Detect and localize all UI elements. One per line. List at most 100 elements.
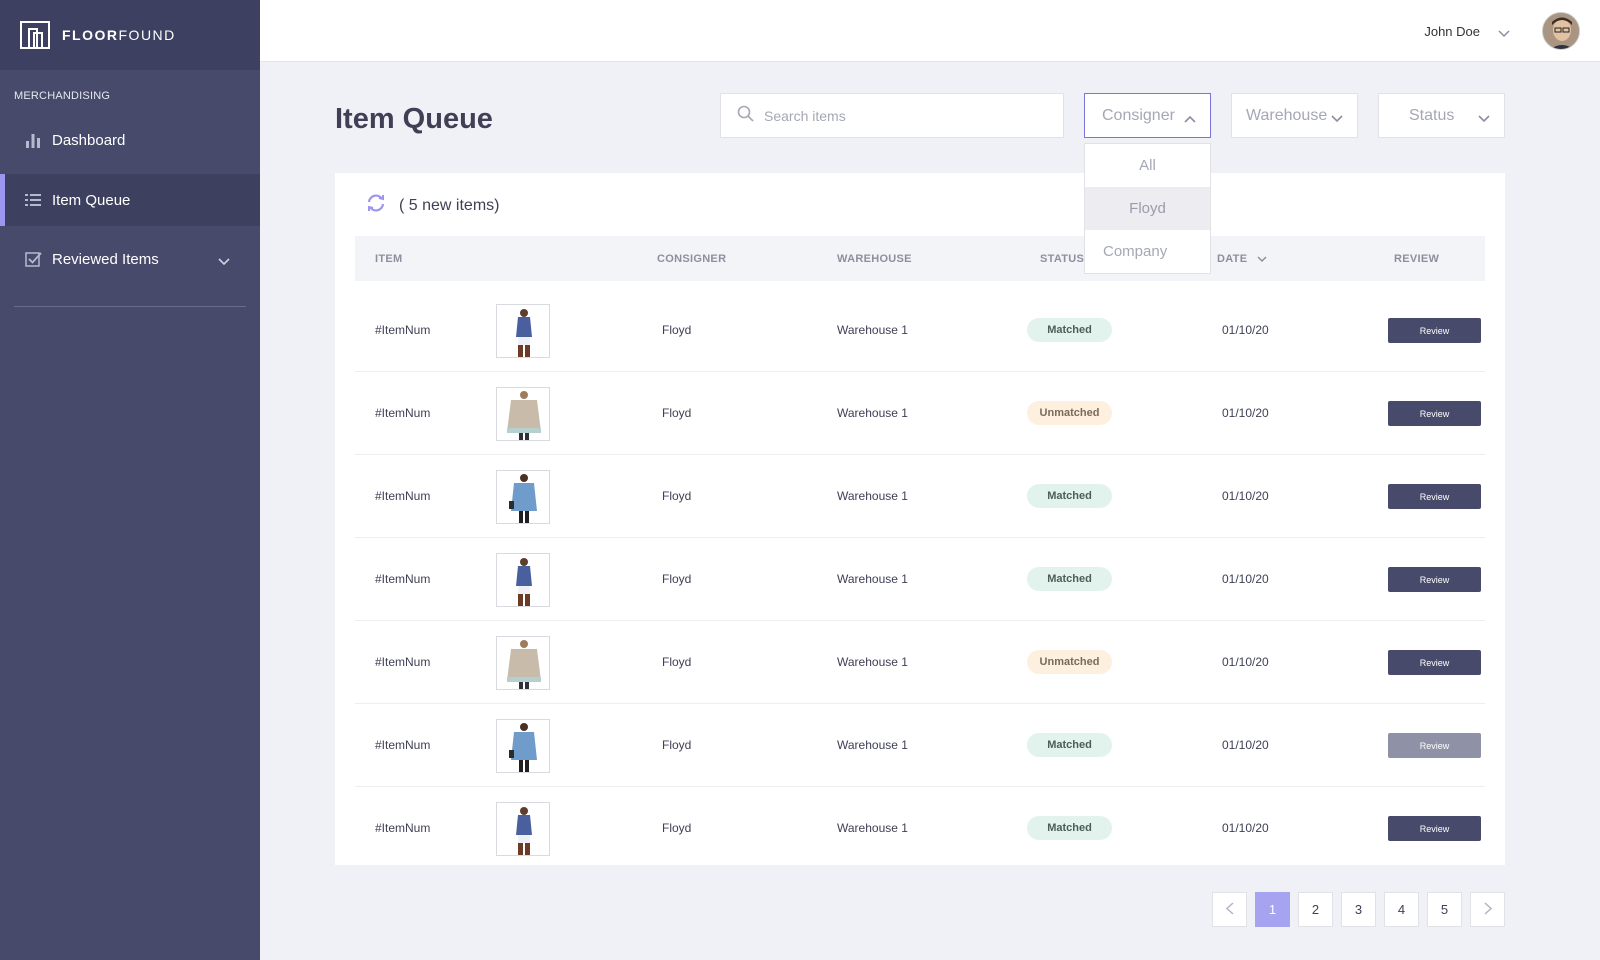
floorfound-logo-icon — [20, 21, 50, 49]
sidebar-divider — [14, 306, 246, 307]
consigner-option-all[interactable]: All — [1085, 144, 1210, 187]
new-items-count: ( 5 new items) — [399, 196, 500, 214]
warehouse-filter-label: Warehouse — [1246, 106, 1328, 124]
column-header-review: REVIEW — [1394, 253, 1440, 265]
table-row: #ItemNum Floyd Warehouse 1 Matched 01/10/20 R… — [355, 455, 1485, 538]
status-badge: Matched — [1027, 816, 1112, 840]
status-badge: Unmatched — [1027, 401, 1112, 425]
review-button[interactable]: Review — [1388, 650, 1481, 675]
column-header-warehouse[interactable]: WAREHOUSE — [837, 253, 912, 265]
item-queue-card: ( 5 new items) ITEM CONSIGNER WAREHOUSE … — [335, 173, 1505, 865]
chevron-down-icon[interactable] — [218, 253, 230, 270]
sidebar-item-reviewed-items[interactable]: Reviewed Items — [0, 233, 260, 285]
item-thumbnail[interactable] — [496, 719, 550, 773]
item-number: #ItemNum — [375, 489, 431, 503]
warehouse-cell: Warehouse 1 — [837, 406, 908, 420]
sidebar: FLOORFOUND MERCHANDISING Dashboard Item … — [0, 0, 260, 960]
page-button-5[interactable]: 5 — [1427, 892, 1462, 927]
item-thumbnail[interactable] — [496, 802, 550, 856]
table-row: #ItemNum Floyd Warehouse 1 Unmatched 01/10/2… — [355, 372, 1485, 455]
column-header-consigner[interactable]: CONSIGNER — [657, 253, 726, 265]
warehouse-cell: Warehouse 1 — [837, 572, 908, 586]
search-field[interactable] — [720, 93, 1064, 138]
search-icon — [737, 105, 754, 127]
date-cell: 01/10/20 — [1222, 738, 1269, 752]
consigner-cell: Floyd — [662, 655, 692, 669]
search-input[interactable] — [764, 107, 1044, 124]
date-cell: 01/10/20 — [1222, 821, 1269, 835]
avatar[interactable] — [1542, 12, 1580, 50]
review-button[interactable]: Review — [1388, 401, 1481, 426]
table-row: #ItemNum Floyd Warehouse 1 Unmatched 01/10/2… — [355, 621, 1485, 704]
sidebar-item-item-queue[interactable]: Item Queue — [0, 174, 260, 226]
warehouse-cell: Warehouse 1 — [837, 489, 908, 503]
page-button-4[interactable]: 4 — [1384, 892, 1419, 927]
sidebar-section-label: MERCHANDISING — [14, 90, 111, 102]
review-button[interactable]: Review — [1388, 318, 1481, 343]
consigner-cell: Floyd — [662, 323, 692, 337]
bar-chart-icon — [24, 131, 42, 149]
consigner-cell: Floyd — [662, 821, 692, 835]
item-number: #ItemNum — [375, 406, 431, 420]
status-badge: Unmatched — [1027, 650, 1112, 674]
item-number: #ItemNum — [375, 572, 431, 586]
new-items-indicator: ( 5 new items) — [365, 193, 499, 218]
item-number: #ItemNum — [375, 323, 431, 337]
consigner-option-company[interactable]: Company — [1085, 230, 1210, 273]
sidebar-item-label: Dashboard — [52, 131, 126, 149]
date-cell: 01/10/20 — [1222, 489, 1269, 503]
column-header-item: ITEM — [375, 253, 403, 265]
warehouse-filter[interactable]: Warehouse — [1231, 93, 1358, 138]
review-button[interactable]: Review — [1388, 567, 1481, 592]
warehouse-cell: Warehouse 1 — [837, 821, 908, 835]
table-row: #ItemNum Floyd Warehouse 1 Matched 01/10/20 R… — [355, 787, 1485, 870]
table-row: #ItemNum Floyd Warehouse 1 Matched 01/10/20 R… — [355, 289, 1485, 372]
warehouse-cell: Warehouse 1 — [837, 655, 908, 669]
consigner-filter[interactable]: Consigner — [1084, 93, 1211, 138]
consigner-option-floyd[interactable]: Floyd — [1085, 187, 1210, 230]
sidebar-item-label: Reviewed Items — [52, 250, 159, 268]
status-badge: Matched — [1027, 567, 1112, 591]
date-cell: 01/10/20 — [1222, 572, 1269, 586]
user-name[interactable]: John Doe — [1424, 24, 1480, 39]
item-thumbnail[interactable] — [496, 470, 550, 524]
warehouse-cell: Warehouse 1 — [837, 738, 908, 752]
page-button-2[interactable]: 2 — [1298, 892, 1333, 927]
consigner-cell: Floyd — [662, 572, 692, 586]
page-button-1[interactable]: 1 — [1255, 892, 1290, 927]
chevron-down-icon — [1331, 110, 1343, 128]
column-header-status[interactable]: STATUS — [1040, 253, 1084, 265]
item-thumbnail[interactable] — [496, 387, 550, 441]
date-cell: 01/10/20 — [1222, 323, 1269, 337]
status-filter-label: Status — [1409, 106, 1455, 124]
item-thumbnail[interactable] — [496, 304, 550, 358]
item-number: #ItemNum — [375, 821, 431, 835]
review-button[interactable]: Review — [1388, 484, 1481, 509]
consigner-cell: Floyd — [662, 738, 692, 752]
date-cell: 01/10/20 — [1222, 655, 1269, 669]
chevron-left-icon — [1225, 901, 1234, 918]
previous-page-button[interactable] — [1212, 892, 1247, 927]
refresh-icon[interactable] — [365, 193, 387, 218]
column-header-date[interactable]: DATE — [1217, 253, 1267, 265]
next-page-button[interactable] — [1470, 892, 1505, 927]
table-row: #ItemNum Floyd Warehouse 1 Matched 01/10/20 R… — [355, 704, 1485, 787]
consigner-filter-label: Consigner — [1102, 106, 1175, 124]
consigner-dropdown-menu: All Floyd Company — [1084, 143, 1211, 274]
warehouse-cell: Warehouse 1 — [837, 323, 908, 337]
review-button[interactable]: Review — [1388, 733, 1481, 758]
chevron-down-icon[interactable] — [1498, 25, 1510, 43]
status-filter[interactable]: Status — [1378, 93, 1505, 138]
item-thumbnail[interactable] — [496, 636, 550, 690]
page-button-3[interactable]: 3 — [1341, 892, 1376, 927]
item-thumbnail[interactable] — [496, 553, 550, 607]
brand[interactable]: FLOORFOUND — [0, 0, 260, 70]
consigner-cell: Floyd — [662, 489, 692, 503]
review-button[interactable]: Review — [1388, 816, 1481, 841]
list-icon — [24, 191, 42, 209]
sidebar-item-label: Item Queue — [52, 191, 131, 209]
sidebar-item-dashboard[interactable]: Dashboard — [0, 114, 260, 166]
brand-name: FLOORFOUND — [62, 27, 176, 43]
status-badge: Matched — [1027, 733, 1112, 757]
table-header: ITEM CONSIGNER WAREHOUSE STATUS DATE REV… — [355, 236, 1485, 281]
